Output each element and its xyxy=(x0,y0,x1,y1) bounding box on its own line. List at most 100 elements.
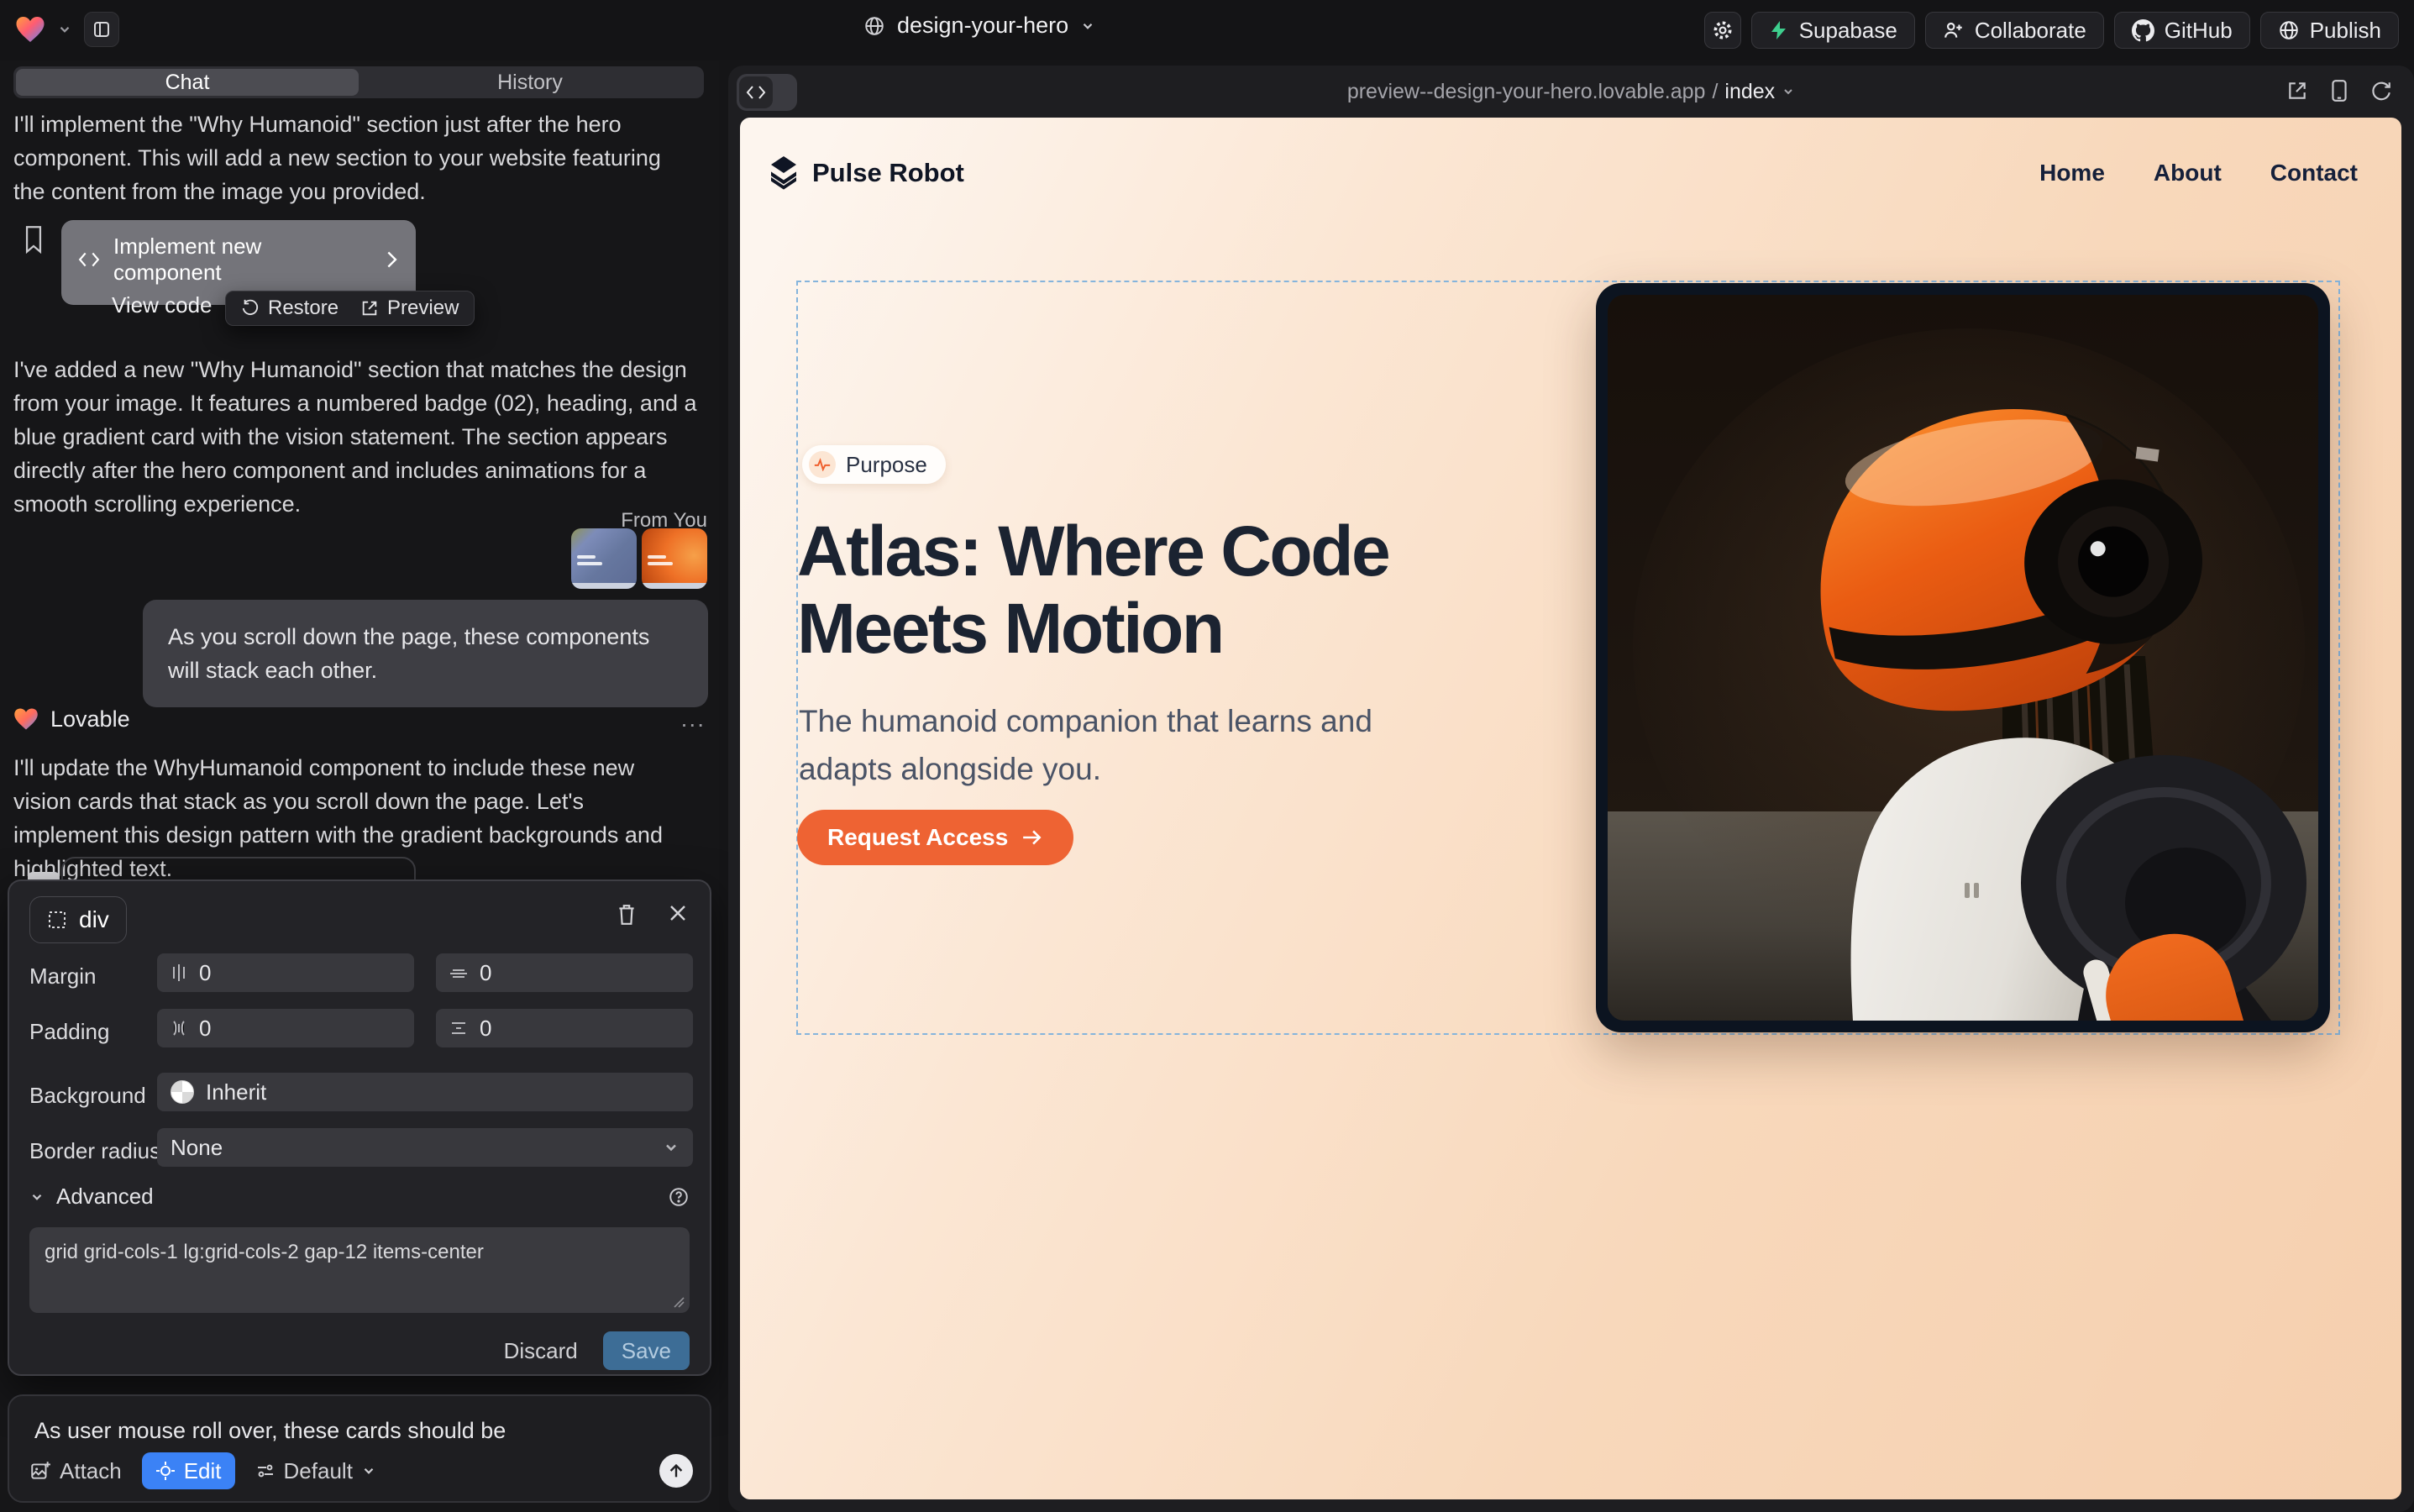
selected-element-tag: div xyxy=(79,906,109,933)
chat-history-tabs: Chat History xyxy=(13,66,704,98)
help-icon[interactable] xyxy=(668,1186,690,1208)
padding-y-input[interactable]: 0 xyxy=(436,1009,693,1047)
lovable-heart-icon[interactable] xyxy=(15,15,45,44)
margin-y-input[interactable]: 0 xyxy=(436,953,693,992)
supabase-bolt-icon xyxy=(1769,19,1789,41)
tab-chat[interactable]: Chat xyxy=(16,69,359,96)
assistant-name: Lovable xyxy=(50,706,669,732)
arrow-right-icon xyxy=(1021,828,1043,847)
site-brand[interactable]: Pulse Robot xyxy=(767,155,964,192)
margin-label: Margin xyxy=(29,963,96,990)
request-access-button[interactable]: Request Access xyxy=(797,810,1073,865)
chevron-right-icon xyxy=(384,250,399,269)
settings-button[interactable] xyxy=(1704,12,1741,49)
restore-button[interactable]: Restore xyxy=(241,297,338,320)
composer-input[interactable]: As user mouse roll over, these cards sho… xyxy=(34,1418,506,1444)
preview-page: index xyxy=(1724,80,1775,104)
component-card-title: Implement new component xyxy=(113,234,370,286)
version-hover-menu: Restore Preview xyxy=(225,291,475,326)
preview-frame: preview--design-your-hero.lovable.app / … xyxy=(728,66,2414,1512)
send-button[interactable] xyxy=(659,1454,693,1488)
open-in-new-tab-button[interactable] xyxy=(2286,80,2308,102)
padding-x-icon xyxy=(171,1019,187,1037)
publish-globe-icon xyxy=(2278,19,2300,41)
padding-x-input[interactable]: 0 xyxy=(157,1009,414,1047)
background-label: Background xyxy=(29,1083,146,1109)
model-mode-select[interactable]: Default xyxy=(255,1458,376,1484)
padding-y-icon xyxy=(449,1020,468,1037)
logo-chevron-down-icon[interactable] xyxy=(57,22,72,37)
layers-logo-icon xyxy=(767,155,800,192)
project-name: design-your-hero xyxy=(897,13,1068,39)
element-inspector-panel: div Margin 0 0 Padding xyxy=(8,879,711,1376)
advanced-chevron-icon[interactable] xyxy=(29,1189,45,1205)
target-icon xyxy=(155,1461,176,1481)
purpose-badge: Purpose xyxy=(802,445,946,484)
hero-subheading: The humanoid companion that learns and a… xyxy=(799,697,1454,793)
hero-heading: Atlas: Where Code Meets Motion xyxy=(797,512,1388,667)
assistant-message-2: I've added a new "Why Humanoid" section … xyxy=(13,353,699,521)
project-switcher[interactable]: design-your-hero xyxy=(863,13,1095,39)
url-chevron-down-icon xyxy=(1782,85,1795,98)
gear-icon xyxy=(1712,19,1734,41)
background-input[interactable]: Inherit xyxy=(157,1073,693,1111)
refresh-button[interactable] xyxy=(2370,80,2392,102)
color-swatch-icon xyxy=(171,1080,194,1104)
code-icon xyxy=(78,250,100,269)
border-radius-select[interactable]: None xyxy=(157,1128,693,1167)
site-viewport: Pulse Robot Home About Contact Purpose A… xyxy=(740,118,2401,1499)
tailwind-classes-textarea[interactable]: grid grid-cols-1 lg:grid-cols-2 gap-12 i… xyxy=(29,1227,690,1313)
collaborate-button[interactable]: Collaborate xyxy=(1925,12,2104,49)
preview-button[interactable]: Preview xyxy=(360,297,459,320)
resize-handle[interactable] xyxy=(671,1294,685,1308)
sidebar-toggle-button[interactable] xyxy=(84,12,119,47)
sliders-icon xyxy=(255,1461,276,1481)
edit-mode-button[interactable]: Edit xyxy=(142,1452,235,1489)
advanced-label[interactable]: Advanced xyxy=(56,1184,154,1210)
robot-image xyxy=(1608,295,2318,1021)
assistant-message-1: I'll implement the "Why Humanoid" sectio… xyxy=(13,108,685,208)
code-toggle-icon xyxy=(739,76,773,108)
attach-image-icon xyxy=(29,1460,51,1482)
pulse-icon xyxy=(809,451,836,478)
nav-link-about[interactable]: About xyxy=(2154,160,2222,186)
github-octocat-icon xyxy=(2132,19,2154,42)
project-chevron-down-icon xyxy=(1080,18,1095,34)
hero-robot-card xyxy=(1596,283,2330,1032)
github-button[interactable]: GitHub xyxy=(2114,12,2250,49)
assistant-header: Lovable ... xyxy=(13,706,706,732)
nav-link-home[interactable]: Home xyxy=(2039,160,2105,186)
bookmark-icon[interactable] xyxy=(22,225,45,254)
margin-y-icon xyxy=(449,964,468,981)
dashed-box-icon xyxy=(47,910,67,930)
delete-element-button[interactable] xyxy=(616,903,638,927)
nav-link-contact[interactable]: Contact xyxy=(2270,160,2358,186)
chevron-down-icon xyxy=(361,1463,376,1478)
close-inspector-button[interactable] xyxy=(668,903,688,927)
attach-button[interactable]: Attach xyxy=(29,1458,122,1484)
preview-url: preview--design-your-hero.lovable.app xyxy=(1347,80,1706,104)
tab-history[interactable]: History xyxy=(359,69,701,96)
border-radius-label: Border radius xyxy=(29,1138,160,1164)
chevron-down-icon xyxy=(663,1139,680,1156)
globe-icon xyxy=(863,15,885,37)
margin-x-icon xyxy=(171,963,187,982)
site-navbar: Pulse Robot Home About Contact xyxy=(767,155,2358,192)
discard-button[interactable]: Discard xyxy=(504,1338,578,1364)
code-preview-toggle[interactable] xyxy=(737,74,797,111)
restore-icon xyxy=(241,299,260,318)
attachment-thumbnail-blue[interactable] xyxy=(571,528,637,589)
mobile-view-button[interactable] xyxy=(2330,79,2348,102)
save-button[interactable]: Save xyxy=(603,1331,690,1370)
attachment-thumbnail-orange[interactable] xyxy=(642,528,707,589)
publish-button[interactable]: Publish xyxy=(2260,12,2399,49)
external-link-icon xyxy=(360,299,379,318)
lovable-heart-icon xyxy=(13,707,39,731)
supabase-button[interactable]: Supabase xyxy=(1751,12,1915,49)
chat-composer[interactable]: As user mouse roll over, these cards sho… xyxy=(8,1394,711,1503)
app-topbar: design-your-hero Supabase Collaborate xyxy=(0,0,2414,60)
margin-x-input[interactable]: 0 xyxy=(157,953,414,992)
selected-element-chip[interactable]: div xyxy=(29,896,127,943)
message-menu-button[interactable]: ... xyxy=(681,706,706,732)
user-message-bubble: As you scroll down the page, these compo… xyxy=(143,600,708,707)
